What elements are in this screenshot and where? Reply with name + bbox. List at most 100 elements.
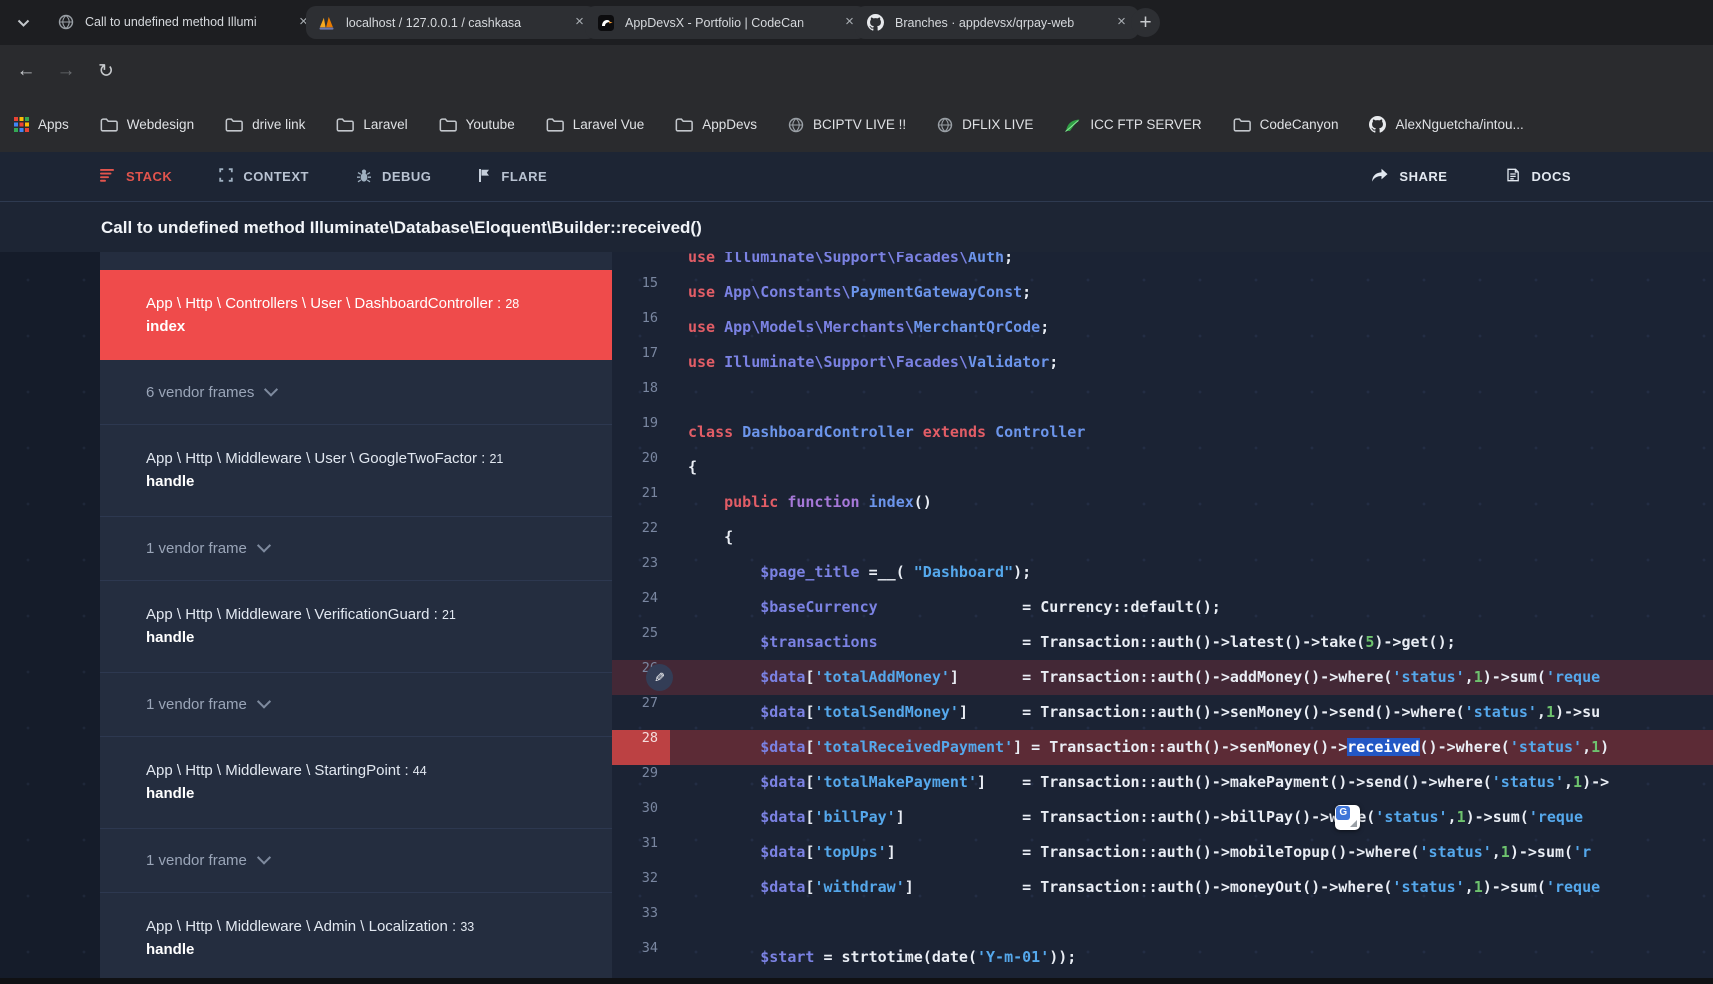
line-number: 31 — [612, 835, 670, 870]
bookmarks-bar: Apps Webdesign drive link Laravel Youtube Lar… — [0, 97, 1713, 152]
stack-frame[interactable]: App \ Http \ Middleware \ Admin \ Locali… — [100, 892, 612, 984]
reload-button[interactable]: ↻ — [88, 53, 124, 89]
frame-location: App \ Http \ Middleware \ StartingPoint … — [146, 760, 612, 782]
frame-line-number: 33 — [460, 920, 474, 934]
bookmark-drive-link[interactable]: drive link — [225, 117, 305, 132]
code-line: 25 $transactions = Transaction::auth()->… — [612, 625, 1713, 660]
phpmyadmin-icon — [318, 14, 335, 31]
bookmark-label: DFLIX LIVE — [962, 117, 1033, 132]
line-number: 17 — [612, 345, 670, 380]
edit-pencil-icon[interactable]: ✎ — [646, 664, 673, 691]
new-tab-button[interactable]: + — [1131, 8, 1160, 37]
folder-icon — [675, 117, 693, 132]
bookmark-laravel[interactable]: Laravel — [336, 117, 407, 132]
folder-icon — [100, 117, 118, 132]
bookmark-codecanyon[interactable]: CodeCanyon — [1233, 117, 1339, 132]
stack-frame[interactable]: App \ Http \ Controllers \ User \ Dashbo… — [100, 270, 612, 360]
browser-tab[interactable]: Branches · appdevsx/qrpay-web × — [855, 6, 1139, 39]
back-button[interactable]: ← — [8, 53, 44, 89]
tab-stack[interactable]: STACK — [100, 168, 172, 186]
code-line: 31 $data['topUps'] = Transaction::auth()… — [612, 835, 1713, 870]
tab-flare[interactable]: FLARE — [478, 168, 547, 186]
browser-tab[interactable]: localhost / 127.0.0.1 / cashkasa× — [306, 6, 597, 39]
bookmark-youtube[interactable]: Youtube — [439, 117, 515, 132]
vendor-frames-toggle[interactable]: 1 vendor frame — [100, 672, 612, 736]
bookmark-label: ICC FTP SERVER — [1090, 117, 1201, 132]
bookmark-laravel-vue[interactable]: Laravel Vue — [546, 117, 645, 132]
code-text: $data['billPay'] = Transaction::auth()->… — [670, 800, 1583, 835]
vendor-frames-label: 1 vendor frame — [146, 540, 247, 557]
vendor-frames-toggle[interactable]: 1 vendor frame — [100, 828, 612, 892]
vendor-frames-label: 6 vendor frames — [146, 384, 254, 401]
code-text: { — [670, 450, 697, 485]
frame-method: handle — [146, 941, 612, 958]
stack-frame[interactable]: App \ Http \ Middleware \ StartingPoint … — [100, 736, 612, 828]
code-text: public function index() — [670, 485, 932, 520]
code-text: $data['totalAddMoney'] = Transaction::au… — [670, 660, 1600, 695]
code-line: 26 $data['totalAddMoney'] = Transaction:… — [612, 660, 1713, 695]
code-line: 22 { — [612, 520, 1713, 555]
line-number: 27 — [612, 695, 670, 730]
bookmark-appdevs[interactable]: AppDevs — [675, 117, 757, 132]
bookmark-alexnguetcha-intou-[interactable]: AlexNguetcha/intou... — [1369, 116, 1523, 133]
bookmark-icc-ftp-server[interactable]: ICC FTP SERVER — [1064, 117, 1201, 132]
github-icon — [1369, 116, 1386, 133]
bookmark-apps[interactable]: Apps — [14, 117, 69, 132]
line-number: 18 — [612, 380, 670, 415]
frame-location: App \ Http \ Middleware \ Admin \ Locali… — [146, 916, 612, 938]
code-text — [670, 380, 688, 415]
forward-button[interactable]: → — [48, 53, 84, 89]
code-text: use App\Models\Merchants\MerchantQrCode; — [670, 310, 1049, 345]
code-text: $data['topUps'] = Transaction::auth()->m… — [670, 835, 1591, 870]
flag-icon — [478, 168, 491, 186]
error-page-content: App \ Http \ Controllers \ User \ Dashbo… — [0, 252, 1713, 978]
tab-context[interactable]: CONTEXT — [219, 168, 309, 186]
stack-lines-icon — [100, 169, 116, 185]
bookmark-bciptv-live-[interactable]: BCIPTV LIVE !! — [788, 117, 906, 133]
browser-tab[interactable]: Call to undefined method Illumi× — [45, 0, 321, 44]
line-number: 33 — [612, 905, 670, 940]
code-text: $data['totalMakePayment'] = Transaction:… — [670, 765, 1609, 800]
frame-line-number: 28 — [505, 297, 519, 311]
google-translate-icon[interactable]: G — [1335, 805, 1360, 830]
code-line: 15use App\Constants\PaymentGatewayConst; — [612, 275, 1713, 310]
browser-toolbar: ← → ↻ localhost/cashkasa/user/dashboard … — [0, 45, 1713, 97]
code-line: 17use Illuminate\Support\Facades\Validat… — [612, 345, 1713, 380]
nav-tab-label: DEBUG — [382, 169, 431, 184]
code-text: $page_title =__( "Dashboard"); — [670, 555, 1031, 590]
vendor-frames-toggle[interactable]: 6 vendor frames — [100, 360, 612, 424]
code-line: 27 $data['totalSendMoney'] = Transaction… — [612, 695, 1713, 730]
stack-frame[interactable]: App \ Http \ Middleware \ VerificationGu… — [100, 580, 612, 672]
docs-book-icon — [1505, 167, 1521, 186]
line-number: 25 — [612, 625, 670, 660]
error-page-nav: STACK CONTEXT DEBUG FLARE SHARE DOCS — [0, 152, 1713, 202]
code-line: 16use App\Models\Merchants\MerchantQrCod… — [612, 310, 1713, 345]
vendor-frames-toggle[interactable]: 1 vendor frame — [100, 516, 612, 580]
code-line: 29 $data['totalMakePayment'] = Transacti… — [612, 765, 1713, 800]
frame-method: handle — [146, 785, 612, 802]
share-button[interactable]: SHARE — [1370, 167, 1447, 186]
code-text: use App\Constants\PaymentGatewayConst; — [670, 275, 1031, 310]
browser-tab[interactable]: AppDevsX - Portfolio | CodeCan× — [585, 6, 867, 39]
tab-strip: Call to undefined method Illumi×localhos… — [0, 0, 1713, 45]
tab-close-icon[interactable]: × — [1112, 13, 1131, 32]
code-line: 14use Illuminate\Support\Facades\Auth; — [612, 252, 1713, 275]
frame-method: index — [146, 318, 612, 335]
code-text: $start = strtotime(date('Y-m-01')); — [670, 940, 1076, 975]
docs-button[interactable]: DOCS — [1505, 167, 1571, 186]
bookmark-dflix-live[interactable]: DFLIX LIVE — [937, 117, 1033, 133]
tab-search-chevron-icon[interactable] — [10, 14, 36, 32]
folder-icon — [546, 117, 564, 132]
stack-frame[interactable]: App \ Http \ Middleware \ User \ GoogleT… — [100, 424, 612, 516]
codecanyon-bird-icon — [597, 14, 614, 31]
translate-g-glyph: G — [1336, 806, 1350, 820]
bookmark-label: AppDevs — [702, 117, 757, 132]
code-line: 33 — [612, 905, 1713, 940]
bookmark-label: Laravel — [363, 117, 407, 132]
tab-title: AppDevsX - Portfolio | CodeCan — [625, 16, 836, 30]
bookmark-webdesign[interactable]: Webdesign — [100, 117, 194, 132]
nav-tab-label: FLARE — [501, 169, 547, 184]
chevron-down-icon — [264, 382, 278, 396]
tab-debug[interactable]: DEBUG — [356, 168, 431, 186]
tab-title: Branches · appdevsx/qrpay-web — [895, 16, 1108, 30]
